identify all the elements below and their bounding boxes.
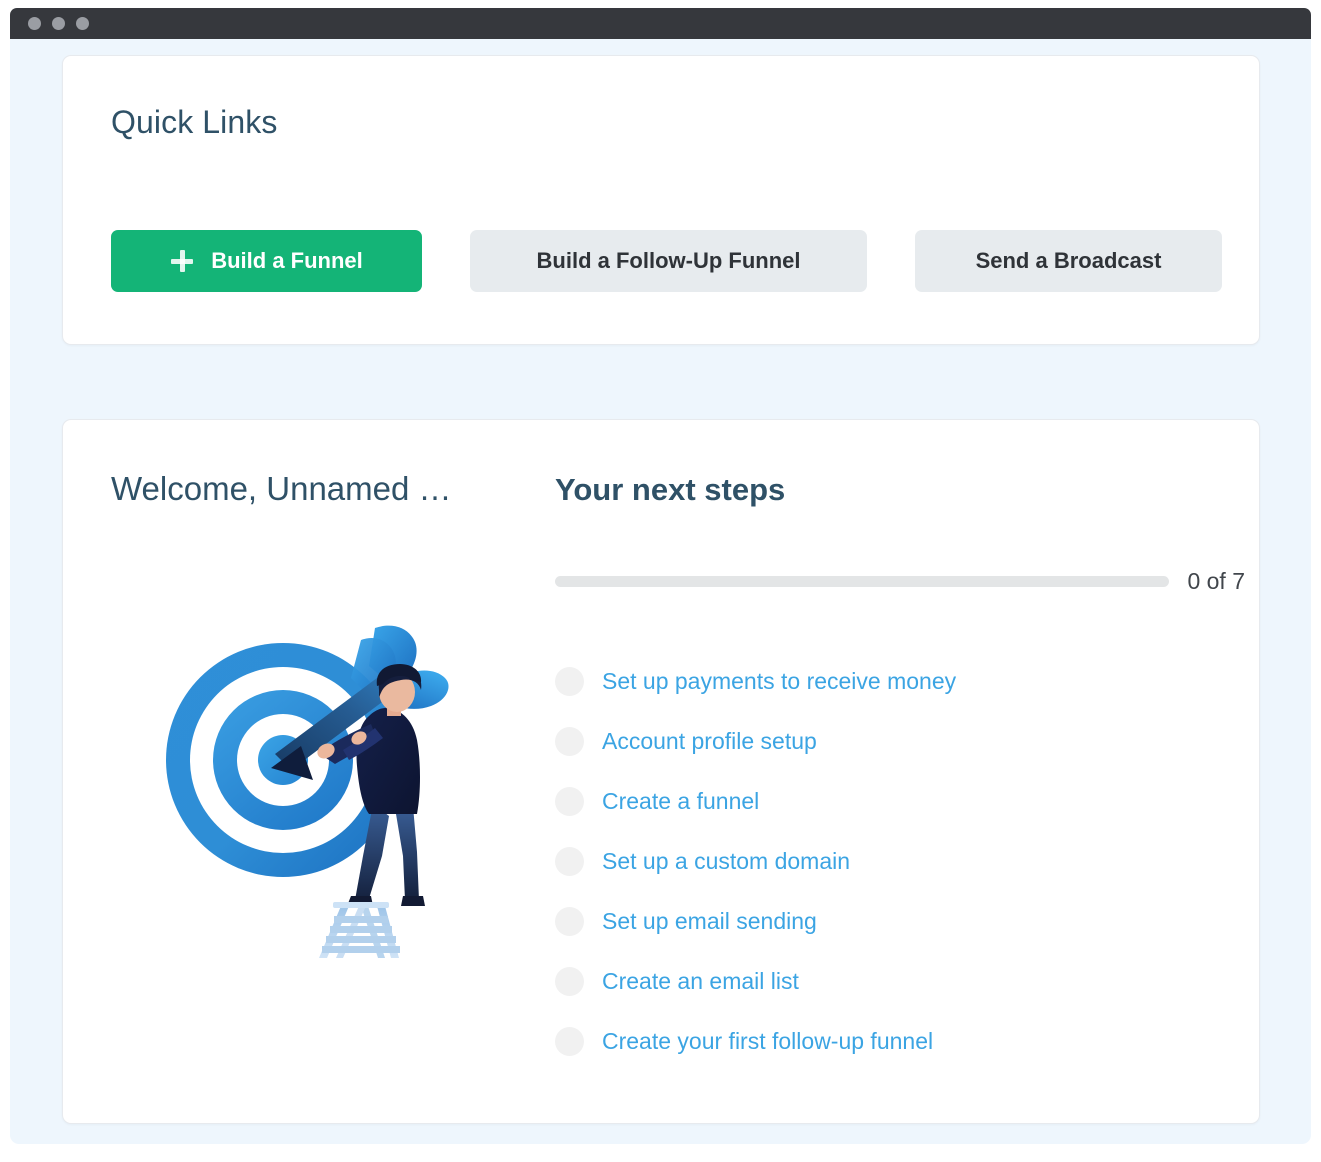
- step-status-circle-icon: [555, 786, 584, 816]
- progress-bar-track: [555, 576, 1170, 587]
- step-link[interactable]: Set up payments to receive money: [602, 668, 956, 695]
- build-follow-up-funnel-label: Build a Follow-Up Funnel: [536, 248, 801, 273]
- step-status-circle-icon: [555, 1026, 584, 1056]
- step-ladder: [319, 902, 400, 958]
- welcome-title: Welcome, Unnamed …: [111, 470, 452, 507]
- build-follow-up-funnel-button[interactable]: Build a Follow-Up Funnel: [470, 230, 867, 292]
- plus-icon: [170, 249, 194, 273]
- target-dart-ladder-illustration: [163, 620, 493, 960]
- build-a-funnel-button[interactable]: Build a Funnel: [111, 230, 422, 292]
- send-a-broadcast-button[interactable]: Send a Broadcast: [915, 230, 1222, 292]
- list-item[interactable]: Create an email list: [555, 951, 1215, 1011]
- step-link[interactable]: Create your first follow-up funnel: [602, 1028, 933, 1055]
- step-status-circle-icon: [555, 846, 584, 876]
- browser-window: Quick Links Build a Funnel Build a Follo…: [0, 0, 1321, 1162]
- list-item[interactable]: Set up email sending: [555, 891, 1215, 951]
- step-status-circle-icon: [555, 966, 584, 996]
- progress-count-label: 0 of 7: [1187, 568, 1245, 594]
- welcome-card: Welcome, Unnamed … Your next steps 0 of …: [62, 419, 1260, 1124]
- send-a-broadcast-label: Send a Broadcast: [975, 248, 1162, 273]
- browser-titlebar: [10, 8, 1311, 39]
- next-steps-progress: 0 of 7: [555, 568, 1245, 595]
- quick-links-button-row: Build a Funnel Build a Follow-Up Funnel …: [111, 230, 1222, 292]
- step-link[interactable]: Set up a custom domain: [602, 848, 850, 875]
- page-viewport: Quick Links Build a Funnel Build a Follo…: [10, 39, 1311, 1144]
- next-steps-title: Your next steps: [555, 472, 786, 507]
- next-steps-list: Set up payments to receive money Account…: [555, 651, 1215, 1071]
- window-maximize-dot[interactable]: [76, 17, 89, 30]
- step-link[interactable]: Set up email sending: [602, 908, 817, 935]
- step-link[interactable]: Create an email list: [602, 968, 799, 995]
- step-status-circle-icon: [555, 906, 584, 936]
- build-a-funnel-label: Build a Funnel: [211, 248, 363, 273]
- quick-links-card: Quick Links Build a Funnel Build a Follo…: [62, 55, 1260, 345]
- list-item[interactable]: Set up a custom domain: [555, 831, 1215, 891]
- step-status-circle-icon: [555, 666, 584, 696]
- list-item[interactable]: Create a funnel: [555, 771, 1215, 831]
- step-link[interactable]: Account profile setup: [602, 728, 817, 755]
- quick-links-title: Quick Links: [111, 104, 278, 140]
- step-status-circle-icon: [555, 726, 584, 756]
- step-link[interactable]: Create a funnel: [602, 788, 759, 815]
- window-close-dot[interactable]: [28, 17, 41, 30]
- list-item[interactable]: Account profile setup: [555, 711, 1215, 771]
- list-item[interactable]: Create your first follow-up funnel: [555, 1011, 1215, 1071]
- window-minimize-dot[interactable]: [52, 17, 65, 30]
- list-item[interactable]: Set up payments to receive money: [555, 651, 1215, 711]
